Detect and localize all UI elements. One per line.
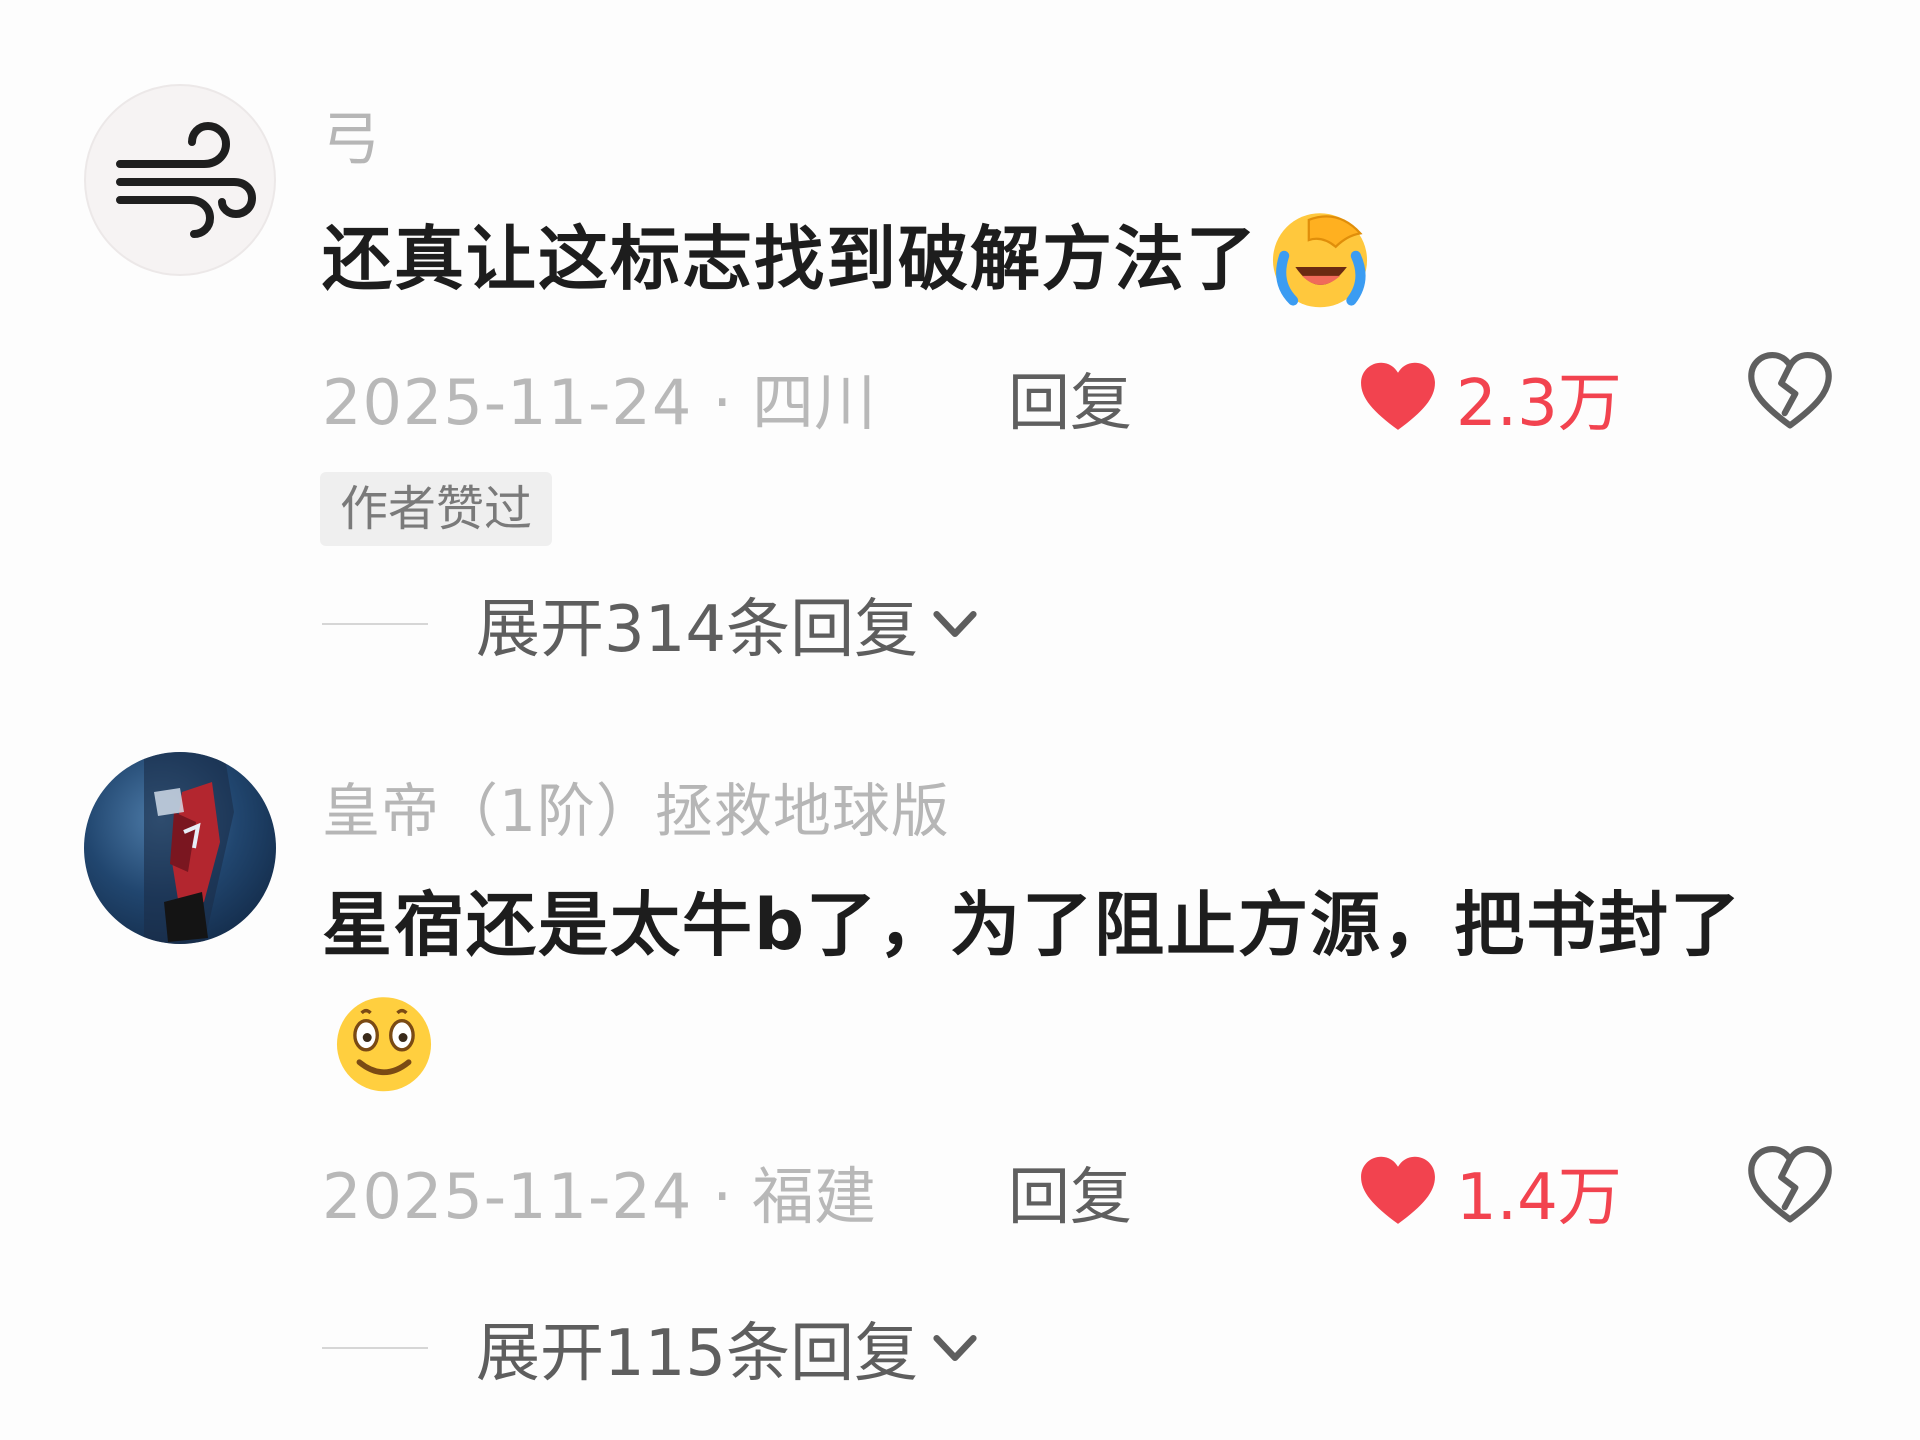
heart-filled-icon: [1361, 362, 1435, 430]
like-count: 2.3万: [1456, 367, 1622, 441]
comment-text-body: 还真让这标志找到破解方法了: [322, 218, 1258, 300]
expand-replies-label: 展开314条回复: [476, 593, 919, 667]
comment-meta: 2025-11-24 · 四川: [322, 352, 876, 442]
smiling-face-icon: [336, 997, 432, 1092]
heart-filled-icon: [1361, 1156, 1435, 1224]
like-count: 1.4万: [1456, 1161, 1622, 1235]
broken-heart-icon[interactable]: [1746, 348, 1834, 436]
expand-replies-button[interactable]: 展开314条回复: [322, 578, 982, 670]
reply-button[interactable]: 回复: [1008, 1146, 1132, 1236]
divider-line: [322, 623, 428, 625]
chevron-down-icon: [933, 611, 977, 637]
comment-text: 还真让这标志找到破解方法了: [322, 200, 1842, 320]
like-button[interactable]: 1.4万: [1356, 1146, 1622, 1238]
comment-date: 2025-11-24: [322, 1160, 693, 1233]
expand-replies-label: 展开115条回复: [476, 1317, 919, 1391]
comment-date: 2025-11-24: [322, 366, 693, 439]
comment-meta: 2025-11-24 · 福建: [322, 1146, 876, 1236]
meta-separator: ·: [712, 1160, 733, 1233]
reply-button[interactable]: 回复: [1008, 352, 1132, 442]
avatar[interactable]: [84, 84, 276, 276]
comment-username[interactable]: 弓: [322, 92, 381, 176]
chevron-down-icon: [933, 1335, 977, 1361]
like-button[interactable]: 2.3万: [1356, 352, 1622, 444]
expand-replies-button[interactable]: 展开115条回复: [322, 1302, 982, 1394]
face-with-tears-of-joy-icon: [1272, 213, 1368, 308]
author-liked-badge: 作者赞过: [320, 472, 553, 546]
comment-location: 四川: [752, 366, 877, 439]
comment-list: 弓 还真让这标志找到破解方法了 2025-11-24 · 四川 回复 2.3万: [0, 0, 1920, 1440]
character-avatar-icon: [144, 752, 234, 944]
wind-icon: [116, 121, 257, 238]
comment-text-body: 星宿还是太牛b了，为了阻止方源，把书封了: [322, 884, 1743, 966]
comment-location: 福建: [752, 1160, 877, 1233]
avatar[interactable]: [84, 752, 276, 944]
comment-username[interactable]: 皇帝（1阶）拯救地球版: [322, 764, 950, 848]
comment-text: 星宿还是太牛b了，为了阻止方源，把书封了: [322, 866, 1842, 1104]
broken-heart-icon[interactable]: [1746, 1142, 1834, 1230]
meta-separator: ·: [712, 366, 733, 439]
divider-line: [322, 1347, 428, 1349]
